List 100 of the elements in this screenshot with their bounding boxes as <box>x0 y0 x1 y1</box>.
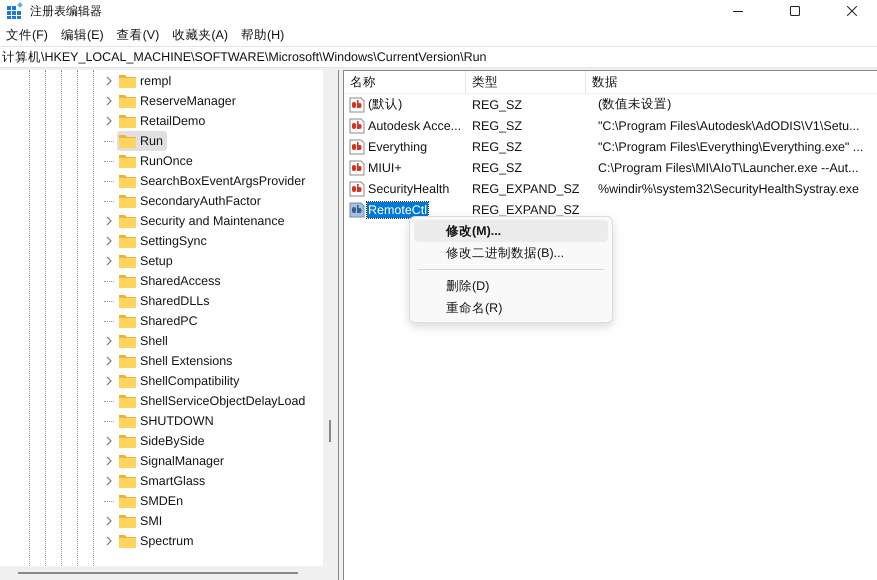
string-value-icon <box>349 118 365 134</box>
tree-item[interactable]: ReserveManager <box>117 91 240 111</box>
data-cell-text: %windir%\system32\SecurityHealthSystray.exe <box>597 182 860 196</box>
tree-item[interactable]: SHUTDOWN <box>117 411 218 431</box>
scrollbar[interactable] <box>0 566 338 580</box>
minimize-icon[interactable] <box>733 10 743 12</box>
address-field[interactable]: 计算机\HKEY_LOCAL_MACHINE\SOFTWARE\Microsoft\Windows\CurrentVersion\Run <box>0 46 877 68</box>
tree-item[interactable]: Setup <box>117 251 177 271</box>
type-cell-text: REG_SZ <box>471 118 524 132</box>
tree-item[interactable]: RetailDemo <box>117 111 210 131</box>
menu-item[interactable]: 文件(F) <box>6 26 48 44</box>
folder-icon <box>119 254 136 268</box>
string-value-icon <box>349 138 365 154</box>
context-menu-item[interactable]: 重命名(R) <box>414 297 608 319</box>
folder-icon <box>119 114 136 128</box>
column-header[interactable]: 类型 <box>466 71 586 93</box>
folder-icon <box>119 214 136 228</box>
column-header[interactable]: 名称 <box>344 71 466 93</box>
folder-icon <box>119 374 136 388</box>
tree-item[interactable]: SideBySide <box>117 431 209 451</box>
tree-item[interactable]: SMDEn <box>117 491 188 511</box>
tree-item[interactable]: ShellServiceObjectDelayLoad <box>117 391 310 411</box>
tree-item[interactable]: SharedPC <box>117 311 202 331</box>
context-menu-item[interactable]: 删除(D) <box>414 275 608 297</box>
tree-item[interactable]: Shell <box>117 331 172 351</box>
data-cell-text: C:\Program Files\MI\AIoT\Launcher.exe --Aut... <box>597 160 860 174</box>
menu-item[interactable]: 查看(V) <box>116 26 160 44</box>
tree-item[interactable]: SmartGlass <box>117 471 210 491</box>
tree-item[interactable]: SMI <box>117 511 166 531</box>
type-cell-text: REG_SZ <box>471 160 524 174</box>
tree-item[interactable]: Security and Maintenance <box>117 211 289 231</box>
context-menu-item[interactable]: 修改(M)... <box>414 220 608 242</box>
data-cell-text: (数值未设置) <box>597 96 672 113</box>
tree-item[interactable]: Spectrum <box>117 531 198 551</box>
tree-item[interactable]: SecondaryAuthFactor <box>117 191 265 211</box>
type-cell-text: REG_SZ <box>471 98 524 112</box>
folder-icon <box>119 294 136 308</box>
type-cell-text: REG_SZ <box>471 140 524 154</box>
expand-chevron-icon[interactable] <box>106 256 112 266</box>
registry-icon <box>6 2 24 20</box>
folder-icon <box>119 274 136 288</box>
tree-item[interactable]: SettingSync <box>117 231 211 251</box>
data-cell-text: "C:\Program Files\Everything\Everything.exe" ... <box>597 140 864 154</box>
value-name[interactable]: (默认) <box>367 95 404 114</box>
column-header[interactable]: 数据 <box>586 71 877 93</box>
type-cell-text: REG_EXPAND_SZ <box>471 202 580 216</box>
folder-icon <box>119 194 136 208</box>
folder-icon <box>119 74 136 88</box>
tree-item[interactable]: SharedAccess <box>117 271 225 291</box>
folder-icon <box>119 434 136 448</box>
folder-icon <box>119 474 136 488</box>
folder-icon <box>119 514 136 528</box>
folder-icon <box>119 334 136 348</box>
folder-icon <box>119 394 136 408</box>
value-name[interactable]: Everything <box>367 138 428 154</box>
tree-item[interactable]: ShellCompatibility <box>117 371 244 391</box>
tree-item[interactable]: SearchBoxEventArgsProvider <box>117 171 310 191</box>
string-value-icon <box>349 180 365 196</box>
expand-chevron-icon[interactable] <box>106 536 112 546</box>
value-name[interactable]: SecurityHealth <box>367 180 450 196</box>
window-title: 注册表编辑器 <box>30 2 102 20</box>
type-cell-text: REG_EXPAND_SZ <box>471 182 580 196</box>
expand-chevron-icon[interactable] <box>106 76 112 86</box>
string-value-icon <box>349 160 365 176</box>
folder-icon <box>119 234 136 248</box>
expand-chevron-icon[interactable] <box>106 336 112 346</box>
expand-chevron-icon[interactable] <box>106 516 112 526</box>
maximize-icon[interactable] <box>790 6 800 16</box>
value-name[interactable]: RemoteCtl <box>367 202 428 218</box>
tree-item[interactable]: Shell Extensions <box>117 351 236 371</box>
folder-icon <box>119 94 136 108</box>
close-icon[interactable] <box>847 6 857 16</box>
expand-chevron-icon[interactable] <box>106 236 112 246</box>
folder-icon <box>119 354 136 368</box>
folder-icon <box>119 494 136 508</box>
menu-item[interactable]: 编辑(E) <box>60 26 104 44</box>
expand-chevron-icon[interactable] <box>106 476 112 486</box>
expand-chevron-icon[interactable] <box>106 96 112 106</box>
expand-chevron-icon[interactable] <box>106 216 112 226</box>
menu-item[interactable]: 帮助(H) <box>240 26 284 44</box>
expand-chevron-icon[interactable] <box>106 436 112 446</box>
context-menu-item[interactable]: 修改二进制数据(B)... <box>414 242 608 264</box>
tree-item[interactable]: Run <box>117 131 167 151</box>
tree-item[interactable]: SharedDLLs <box>117 291 214 311</box>
expand-chevron-icon[interactable] <box>106 116 112 126</box>
string-value-icon <box>349 96 365 112</box>
folder-icon <box>119 414 136 428</box>
string-value-icon <box>349 202 365 218</box>
folder-icon <box>119 134 136 148</box>
folder-icon <box>119 454 136 468</box>
menu-item[interactable]: 收藏夹(A) <box>172 26 228 44</box>
tree-item[interactable]: rempl <box>117 71 176 91</box>
tree-item[interactable]: SignalManager <box>117 451 228 471</box>
value-name[interactable]: Autodesk Acce... <box>367 118 462 134</box>
expand-chevron-icon[interactable] <box>106 376 112 386</box>
value-name[interactable]: MIUI+ <box>367 160 403 176</box>
scrollbar[interactable] <box>323 70 338 566</box>
expand-chevron-icon[interactable] <box>106 356 112 366</box>
tree-item[interactable]: RunOnce <box>117 151 197 171</box>
expand-chevron-icon[interactable] <box>106 456 112 466</box>
